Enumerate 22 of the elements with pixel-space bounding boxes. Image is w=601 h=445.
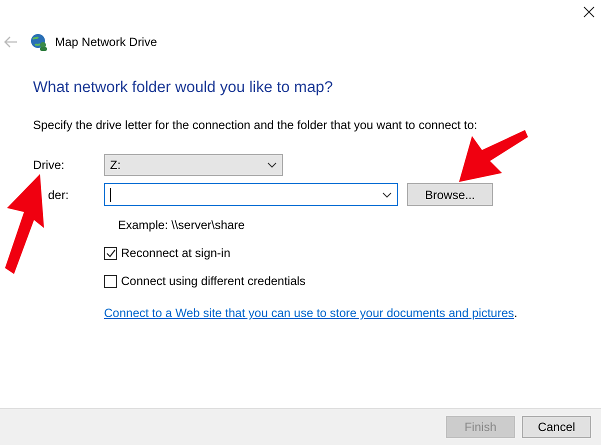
cancel-button[interactable]: Cancel (522, 416, 591, 438)
example-text: Example: \\server\share (118, 217, 246, 234)
checkbox-label: Connect using different credentials (121, 273, 306, 290)
folder-label: der: (47, 186, 70, 204)
period-text: . (514, 306, 518, 320)
browse-button[interactable]: Browse... (407, 183, 493, 206)
instruction-text: Specify the drive letter for the connection and the folder that you want to connect to: (33, 117, 478, 134)
window-title: Map Network Drive (55, 34, 158, 51)
network-globe-icon (30, 33, 48, 51)
chevron-down-icon (267, 162, 277, 168)
drive-label: Drive: (33, 157, 66, 174)
close-icon[interactable] (583, 6, 595, 18)
checkbox-label: Reconnect at sign-in (121, 245, 230, 262)
checkmark-icon (106, 248, 116, 258)
web-site-link[interactable]: Connect to a Web site that you can use to store your documents and pictures (104, 306, 514, 320)
text-cursor (110, 188, 111, 202)
drive-dropdown[interactable]: Z: (104, 154, 283, 176)
checkbox[interactable] (104, 246, 117, 260)
heading: What network folder would you like to map? (33, 78, 334, 98)
folder-combobox[interactable] (104, 183, 398, 206)
checkbox[interactable] (104, 274, 117, 288)
chevron-down-icon (382, 192, 392, 198)
